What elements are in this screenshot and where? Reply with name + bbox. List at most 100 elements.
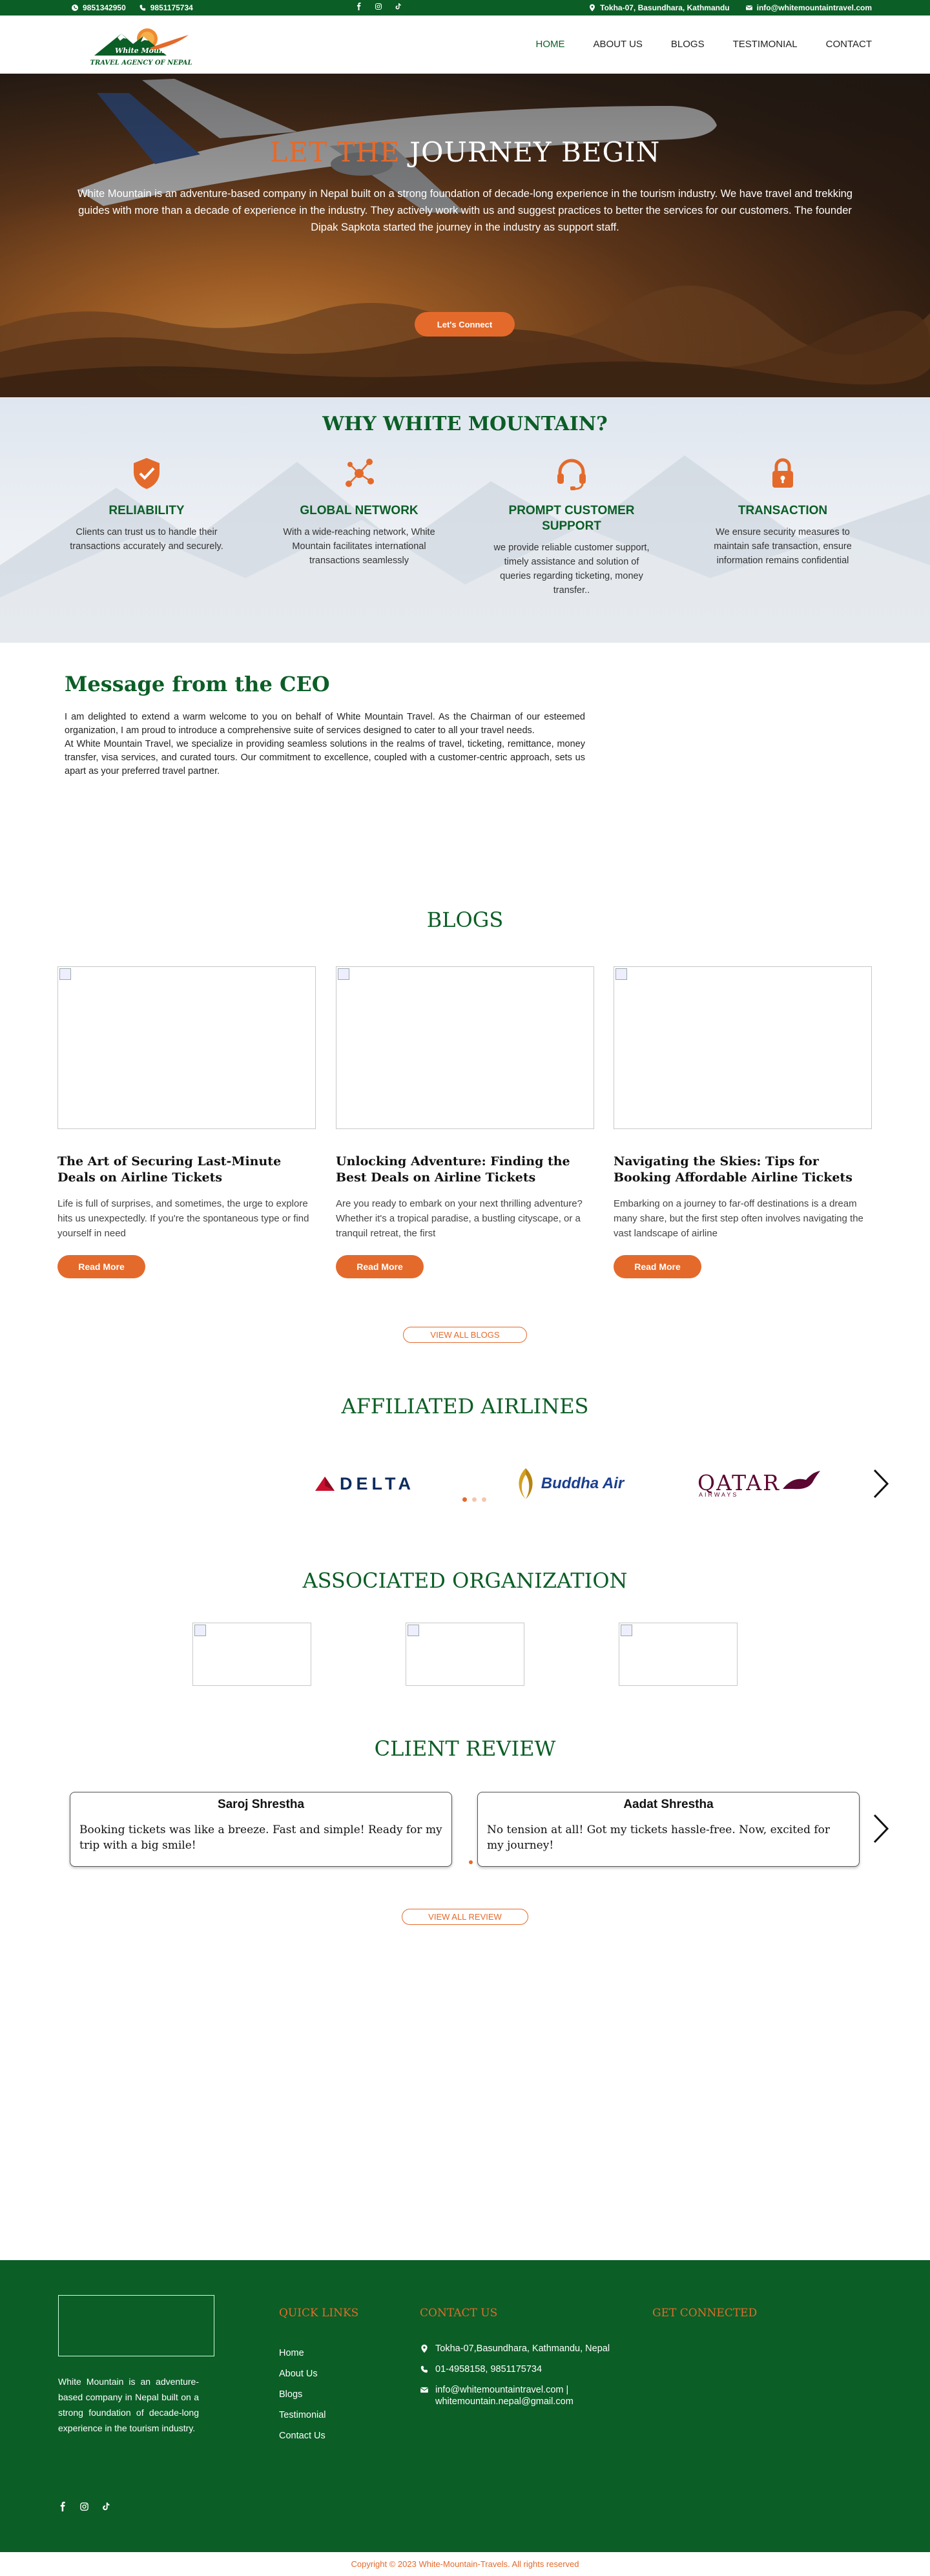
delta-logo: DELTA: [297, 1461, 433, 1506]
ceo-paragraph-1: I am delighted to extend a warm welcome …: [65, 712, 585, 736]
review-text: Booking tickets was like a breeze. Fast …: [79, 1823, 442, 1852]
feature-title: GLOBAL NETWORK: [300, 504, 418, 517]
lets-connect-button[interactable]: Let's Connect: [415, 312, 515, 337]
address: Tokha-07, Basundhara, Kathmandu: [588, 3, 730, 12]
org-logo[interactable]: [406, 1623, 524, 1686]
footer-about: White Mountain is an adventure-based com…: [58, 2376, 199, 2433]
carousel-dot[interactable]: [472, 1497, 477, 1502]
main-menu: HOME ABOUT US BLOGS TESTIMONIAL CONTACT: [536, 39, 873, 50]
hero-title-accent: LET THE: [269, 136, 400, 168]
blog-title[interactable]: The Art of Securing Last-Minute Deals on…: [57, 1154, 316, 1186]
feature-desc: With a wide-reaching network, White Moun…: [283, 527, 435, 566]
nav-home[interactable]: HOME: [536, 39, 565, 50]
email-text: info@whitemountaintravel.com: [756, 3, 872, 12]
read-more-button[interactable]: Read More: [57, 1255, 145, 1278]
delta-name: DELTA: [340, 1473, 415, 1493]
footer-link-about-us[interactable]: About Us: [279, 2369, 318, 2379]
shield-check-icon: [129, 455, 165, 492]
airlines-next-arrow-icon[interactable]: [871, 1468, 890, 1500]
nav-blogs[interactable]: BLOGS: [671, 39, 705, 50]
blog-excerpt: Are you ready to embark on your next thr…: [336, 1198, 583, 1239]
reviews-carousel-dots: [469, 1860, 473, 1864]
feature-desc: We ensure security measures to maintain …: [714, 527, 852, 566]
phone-2-text: 9851175734: [150, 3, 193, 12]
blog-image[interactable]: [336, 966, 594, 1129]
buddha-air-emblem: [519, 1468, 533, 1499]
footer-link-testimonial[interactable]: Testimonial: [279, 2410, 326, 2420]
instagram-icon[interactable]: [375, 3, 382, 10]
facebook-icon[interactable]: [58, 2502, 68, 2511]
view-all-blogs-button[interactable]: VIEW ALL BLOGS: [403, 1327, 527, 1343]
instagram-icon[interactable]: [79, 2502, 89, 2511]
footer-link-blogs[interactable]: Blogs: [279, 2389, 302, 2400]
footer-phones[interactable]: 01-4958158, 9851175734: [435, 2363, 542, 2375]
reviewer-name: Saroj Shrestha: [217, 1798, 305, 1811]
reviewer-name: Aadat Shrestha: [623, 1798, 714, 1811]
feature-transaction: TRANSACTION We ensure security measures …: [702, 455, 863, 568]
ceo-paragraph-2: At White Mountain Travel, we specialize …: [65, 739, 585, 776]
org-logo[interactable]: [192, 1623, 311, 1686]
nav-contact[interactable]: CONTACT: [826, 39, 872, 50]
blog-title[interactable]: Navigating the Skies: Tips for Booking A…: [614, 1154, 872, 1186]
hero-banner: LET THE JOURNEY BEGIN White Mountain is …: [0, 74, 930, 397]
tiktok-icon[interactable]: [394, 3, 402, 10]
hero-description: White Mountain is an adventure-based com…: [77, 188, 852, 233]
reviews-title: CLIENT REVIEW: [374, 1736, 556, 1761]
phone-1-text: 9851342950: [83, 3, 126, 12]
reviews-next-arrow-icon[interactable]: [871, 1813, 890, 1845]
top-bar: 9851342950 9851175734 Tokha-07, Basundha…: [0, 0, 930, 16]
why-title: WHY WHITE MOUNTAIN?: [322, 413, 608, 435]
airlines-carousel-dots: [462, 1497, 486, 1502]
quick-links: Home About Us Blogs Testimonial Contact …: [279, 2343, 326, 2446]
facebook-icon[interactable]: [355, 3, 363, 10]
view-all-review-button[interactable]: VIEW ALL REVIEW: [402, 1909, 528, 1925]
lock-icon: [765, 455, 801, 492]
nav-about-us[interactable]: ABOUT US: [594, 39, 643, 50]
ceo-message: Message from the CEO I am delighted to e…: [65, 672, 585, 778]
hero-title-rest: JOURNEY BEGIN: [400, 136, 661, 168]
feature-title: RELIABILITY: [108, 504, 185, 517]
network-icon: [341, 455, 377, 492]
qatar-subtitle: AIRWAYS: [699, 1491, 739, 1498]
blog-card: Unlocking Adventure: Finding the Best De…: [336, 966, 594, 1278]
review-card: Aadat Shrestha No tension at all! Got my…: [477, 1792, 860, 1867]
footer-link-contact-us[interactable]: Contact Us: [279, 2431, 326, 2441]
blog-image[interactable]: [57, 966, 316, 1129]
buddha-air-logo: Buddha Air: [510, 1461, 626, 1506]
airlines-title: AFFILIATED AIRLINES: [341, 1394, 589, 1418]
review-text: No tension at all! Got my tickets hassle…: [487, 1823, 831, 1852]
phone-2[interactable]: 9851175734: [139, 3, 193, 12]
orgs-title: ASSOCIATED ORGANIZATION: [302, 1568, 628, 1593]
feature-customer-support: PROMPT CUSTOMER SUPPORT we provide relia…: [491, 455, 652, 597]
whatsapp-icon: [71, 4, 79, 12]
phone-1[interactable]: 9851342950: [71, 3, 126, 12]
read-more-button[interactable]: Read More: [336, 1255, 424, 1278]
logo-tagline: TRAVEL AGENCY OF NEPAL: [90, 59, 192, 67]
blog-title[interactable]: Unlocking Adventure: Finding the Best De…: [336, 1154, 594, 1186]
hero-title: LET THE JOURNEY BEGIN: [0, 136, 930, 168]
blog-image[interactable]: [614, 966, 872, 1129]
carousel-dot[interactable]: [482, 1497, 486, 1502]
email[interactable]: info@whitemountaintravel.com: [745, 3, 872, 12]
navbar: White Mountain TRAVEL AGENCY OF NEPAL HO…: [0, 16, 930, 74]
footer-emails[interactable]: info@whitemountaintravel.com | whitemoun…: [435, 2384, 614, 2407]
ceo-title: Message from the CEO: [65, 672, 330, 696]
carousel-dot[interactable]: [469, 1860, 473, 1864]
footer: White Mountain is an adventure-based com…: [0, 2260, 930, 2552]
footer-logo: [58, 2295, 214, 2356]
tiktok-icon[interactable]: [101, 2502, 110, 2511]
mail-icon: [420, 2385, 429, 2394]
buddha-air-name: Buddha Air: [541, 1475, 625, 1492]
carousel-dot[interactable]: [462, 1497, 467, 1502]
nav-testimonial[interactable]: TESTIMONIAL: [733, 39, 798, 50]
location-pin-icon: [588, 4, 596, 12]
org-logo[interactable]: [619, 1623, 738, 1686]
feature-desc: Clients can trust us to handle their tra…: [70, 527, 223, 552]
qatar-airways-logo: QATAR AIRWAYS: [698, 1461, 840, 1506]
logo[interactable]: White Mountain TRAVEL AGENCY OF NEPAL: [88, 25, 194, 67]
headset-icon: [553, 455, 590, 492]
feature-title: TRANSACTION: [738, 504, 828, 517]
read-more-button[interactable]: Read More: [614, 1255, 701, 1278]
footer-link-home[interactable]: Home: [279, 2348, 304, 2358]
location-pin-icon: [420, 2344, 429, 2353]
